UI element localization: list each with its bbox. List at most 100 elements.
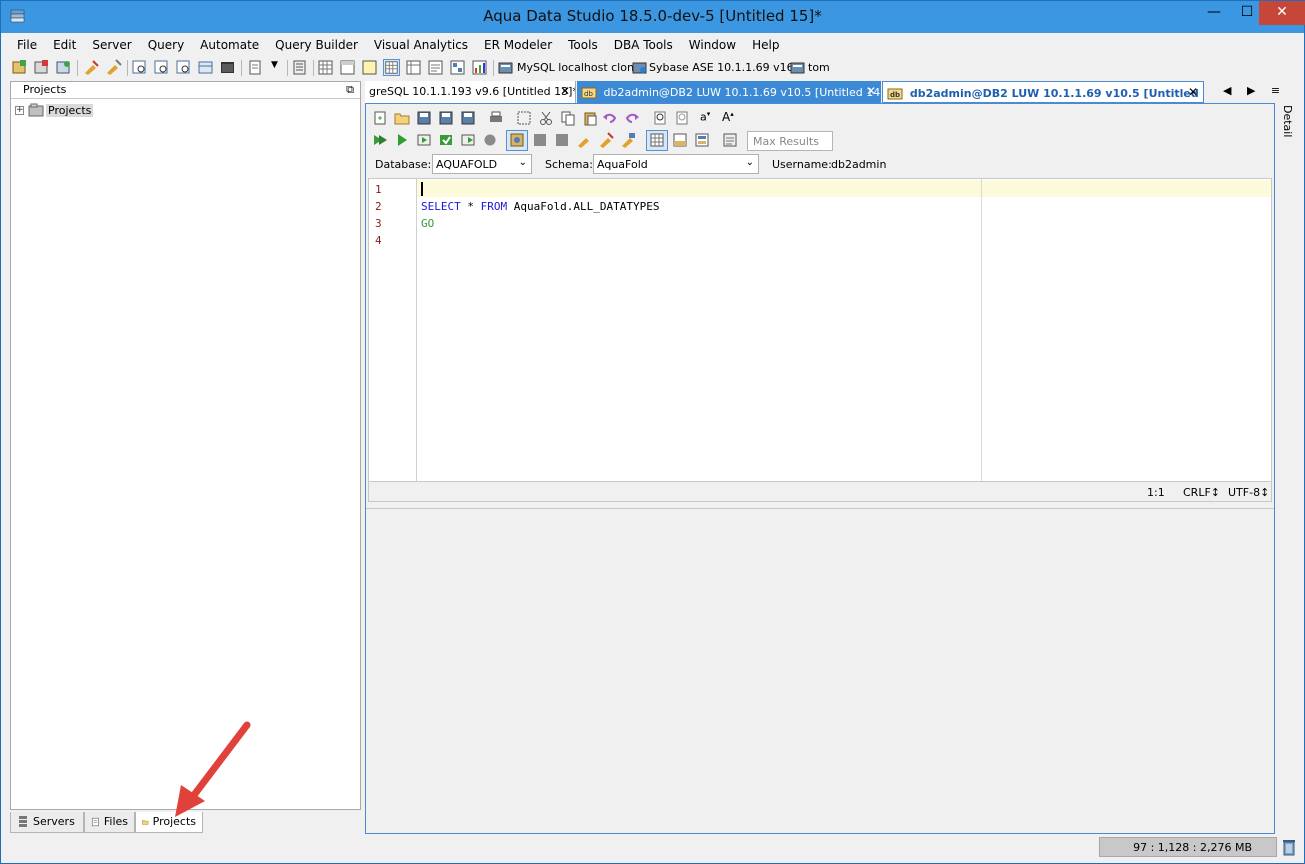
results-options-icon[interactable] (694, 132, 710, 148)
menu-tools[interactable]: Tools (560, 35, 606, 55)
editor-toolbar-bottom: Max Results (370, 129, 1250, 153)
connect-plug-icon[interactable] (576, 132, 592, 148)
menu-query-builder[interactable]: Query Builder (267, 35, 366, 55)
menu-visual-analytics[interactable]: Visual Analytics (366, 35, 476, 55)
garbage-collect-icon[interactable] (1281, 838, 1297, 856)
editor-tab-label: greSQL 10.1.1.193 v9.6 [Untitled 13]* (369, 85, 576, 98)
database-select[interactable]: AQUAFOLD ⌄ (432, 154, 532, 174)
sql-code-editor[interactable]: 1 2 3 4 SELECT * FROM AquaFold.ALL_DATAT… (368, 178, 1272, 482)
tab-servers[interactable]: Servers (10, 812, 84, 833)
chart-icon[interactable] (471, 59, 488, 76)
server-properties-icon[interactable] (55, 59, 72, 76)
execute-edit-icon[interactable] (416, 132, 432, 148)
query-window-icon[interactable] (131, 59, 148, 76)
note-view-icon[interactable] (361, 59, 378, 76)
menu-automate[interactable]: Automate (192, 35, 267, 55)
close-tab-icon[interactable]: ✕ (866, 84, 876, 98)
print-icon[interactable] (488, 110, 504, 126)
page-results-icon[interactable] (722, 132, 738, 148)
redo-icon[interactable] (624, 110, 640, 126)
detail-tab[interactable]: Detail (1281, 105, 1294, 137)
query-builder-icon[interactable] (175, 59, 192, 76)
execute-all-icon[interactable] (372, 132, 388, 148)
chevron-down-icon: ⌄ (745, 157, 754, 168)
schema-select[interactable]: AquaFold ⌄ (593, 154, 759, 174)
results-panel-icon[interactable] (672, 132, 688, 148)
username-value: db2admin (831, 158, 887, 171)
new-file-icon[interactable] (372, 110, 388, 126)
menu-window[interactable]: Window (681, 35, 744, 55)
paste-icon[interactable] (582, 110, 598, 126)
execute-icon[interactable] (394, 132, 410, 148)
lowercase-icon[interactable]: a▾ (700, 110, 716, 126)
max-results-input[interactable]: Max Results (747, 131, 833, 151)
restore-panel-icon[interactable]: ⧉ (346, 83, 354, 97)
disconnect-plug-icon[interactable] (598, 132, 614, 148)
menu-file[interactable]: File (9, 35, 45, 55)
cut-icon[interactable] (538, 110, 554, 126)
mysql-server-icon[interactable] (497, 59, 514, 76)
schema-script-icon[interactable] (291, 59, 308, 76)
encoding-selector[interactable]: UTF-8↕ (1228, 486, 1269, 499)
chevron-down-icon[interactable]: ▼ (271, 60, 278, 70)
results-grid-toggle-icon[interactable] (383, 59, 400, 76)
menu-server[interactable]: Server (84, 35, 139, 55)
connection-mysql-label[interactable]: MySQL localhost clone (517, 61, 641, 74)
select-all-icon[interactable] (516, 110, 532, 126)
find-icon[interactable] (652, 110, 668, 126)
undo-icon[interactable] (602, 110, 618, 126)
register-server-icon[interactable] (11, 59, 28, 76)
open-file-icon[interactable] (394, 110, 410, 126)
menu-query[interactable]: Query (140, 35, 192, 55)
connection-tom-label[interactable]: tom (808, 61, 830, 74)
close-button[interactable]: ✕ (1259, 1, 1305, 25)
close-tab-icon[interactable]: ✕ (560, 84, 570, 98)
save-as-icon[interactable] (438, 110, 454, 126)
menu-help[interactable]: Help (744, 35, 787, 55)
stop-icon[interactable] (482, 132, 498, 148)
tab-files[interactable]: Files (84, 812, 135, 833)
sybase-server-icon[interactable] (631, 59, 648, 76)
find-replace-icon[interactable] (674, 110, 690, 126)
table-editor-icon[interactable] (197, 59, 214, 76)
connect-icon[interactable] (83, 59, 100, 76)
grid-view-icon[interactable] (317, 59, 334, 76)
editor-tab-untitled-13[interactable]: greSQL 10.1.1.193 v9.6 [Untitled 13]* ✕ (365, 81, 576, 103)
execute-to-grid-icon[interactable] (460, 132, 476, 148)
commit-icon[interactable] (532, 132, 548, 148)
server-icon[interactable] (789, 59, 806, 76)
rollback-icon[interactable] (554, 132, 570, 148)
pivot-grid-icon[interactable] (405, 59, 422, 76)
menu-dba-tools[interactable]: DBA Tools (606, 35, 681, 55)
editor-tab-untitled-14[interactable]: db db2admin@DB2 LUW 10.1.1.69 v10.5 [Unt… (577, 81, 881, 103)
disconnect-icon[interactable] (105, 59, 122, 76)
script-dropdown-icon[interactable] (247, 59, 264, 76)
tree-node-projects[interactable]: + Projects (15, 102, 94, 118)
tree-node-label[interactable]: Projects (46, 103, 94, 117)
editor-tab-untitled-15[interactable]: db db2admin@DB2 LUW 10.1.1.69 v10.5 [Unt… (882, 81, 1204, 103)
uppercase-icon[interactable]: A▴ (722, 110, 738, 126)
minimize-button[interactable]: — (1197, 1, 1231, 25)
save-icon[interactable] (416, 110, 432, 126)
terminal-icon[interactable] (219, 59, 236, 76)
close-tab-icon[interactable]: ✕ (1188, 85, 1198, 99)
explain-plan-icon[interactable] (449, 59, 466, 76)
code-line-2: SELECT * FROM AquaFold.ALL_DATATYPES (421, 200, 659, 213)
current-line-highlight (369, 180, 1271, 197)
save-all-icon[interactable] (460, 110, 476, 126)
copy-icon[interactable] (560, 110, 576, 126)
menu-edit[interactable]: Edit (45, 35, 84, 55)
text-results-icon[interactable] (427, 59, 444, 76)
right-margin-guide (981, 179, 982, 481)
editor-status-strip: 1:1 CRLF↕ UTF-8↕ (368, 482, 1272, 502)
unregister-server-icon[interactable] (33, 59, 50, 76)
query-analyzer-icon[interactable] (153, 59, 170, 76)
menu-er-modeler[interactable]: ER Modeler (476, 35, 560, 55)
layout-view-icon[interactable] (339, 59, 356, 76)
line-ending-selector[interactable]: CRLF↕ (1183, 486, 1220, 499)
tab-navigation-arrows[interactable]: ◀ ▶ ≡ (1223, 84, 1286, 97)
execute-current-icon[interactable] (438, 132, 454, 148)
connection-sybase-label[interactable]: Sybase ASE 10.1.1.69 v16 (649, 61, 794, 74)
reconnect-icon[interactable] (620, 132, 636, 148)
tree-expand-icon[interactable]: + (15, 105, 24, 115)
